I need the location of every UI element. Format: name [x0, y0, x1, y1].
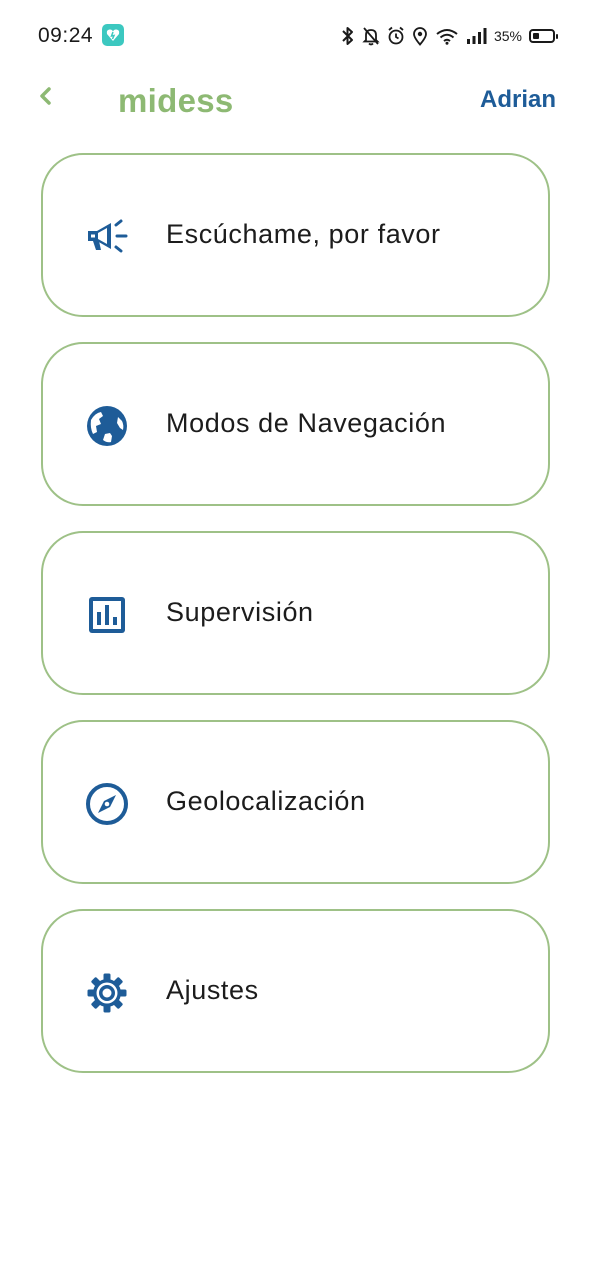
wifi-icon	[435, 27, 459, 45]
menu-item-escuchame[interactable]: Escúchame, por favor	[41, 153, 550, 317]
battery-icon	[529, 29, 558, 43]
compass-icon	[85, 782, 129, 826]
menu-item-modos-navegacion[interactable]: Modos de Navegación	[41, 342, 550, 506]
status-bar: 09:24 35%	[0, 0, 591, 72]
status-icons: 35%	[341, 24, 558, 48]
app-title: midess	[118, 82, 234, 119]
battery-percent: 35%	[493, 28, 522, 44]
menu-item-label: Supervisión	[166, 597, 314, 627]
user-name[interactable]: Adrian	[480, 86, 556, 114]
menu-item-geolocalizacion[interactable]: Geolocalización	[41, 720, 550, 884]
menu-item-label: Ajustes	[166, 975, 259, 1005]
menu-item-supervision[interactable]: Supervisión	[41, 531, 550, 695]
signal-icon	[466, 27, 488, 45]
status-time: 09:24	[38, 24, 94, 47]
chevron-left-icon	[38, 86, 54, 111]
back-button[interactable]	[30, 82, 62, 114]
menu-item-label: Escúchame, por favor	[166, 219, 441, 249]
bluetooth-icon	[341, 26, 355, 46]
gear-icon	[85, 971, 129, 1015]
menu-item-ajustes[interactable]: Ajustes	[41, 909, 550, 1073]
alarm-icon	[387, 26, 405, 46]
notifications-off-icon	[362, 26, 380, 46]
megaphone-icon	[85, 215, 129, 259]
globe-icon	[85, 404, 129, 448]
location-icon	[412, 26, 428, 46]
app-header: midess Adrian	[0, 72, 591, 134]
battery-level	[533, 33, 539, 39]
menu-item-label: Geolocalización	[166, 786, 366, 816]
app-notification-icon	[102, 24, 124, 46]
bar-chart-icon	[85, 593, 129, 637]
main-menu: Escúchame, por favor Modos de Navegación	[41, 153, 550, 1098]
menu-item-label: Modos de Navegación	[166, 408, 447, 438]
